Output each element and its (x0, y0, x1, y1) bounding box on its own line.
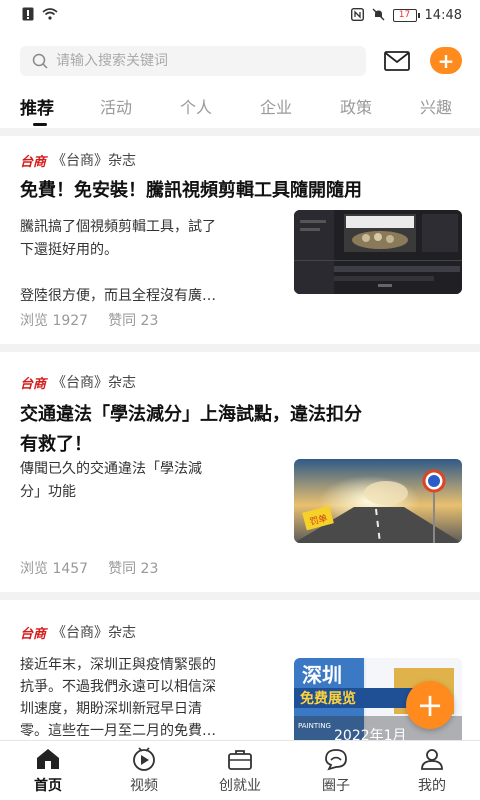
source-name: 《台商》杂志 (52, 153, 137, 169)
nav-item-jobs[interactable]: 创就业 (200, 747, 280, 795)
tab-recommend[interactable]: 推荐 (20, 94, 54, 119)
nfc-icon (350, 7, 364, 23)
header: + 推荐 活动 个人 企业 政策 兴趣 (0, 30, 480, 128)
summary-line: 登陸很方便，而且全程沒有廣… (20, 288, 216, 304)
source-logo: 台商 (20, 626, 47, 642)
source-name: 《台商》杂志 (52, 375, 137, 391)
nav-item-home[interactable]: 首页 (8, 747, 88, 795)
summary-line: 分」功能 (20, 484, 76, 500)
article-card[interactable]: 台商 《台商》杂志 接近年末，深圳正與疫情緊張的 抗爭。不過我們永遠可以相信深 … (0, 600, 480, 740)
plus-icon: + (437, 48, 455, 73)
thumb-date: 2022年1月 (334, 728, 407, 740)
nav-label: 首页 (34, 778, 62, 794)
article-stats: 浏览 1457 赞同 23 (20, 558, 158, 578)
battery-indicator: 17 (392, 8, 420, 22)
article-title[interactable]: 免費！免安裝！騰訊視頻剪輯工具隨開隨用 (20, 176, 465, 206)
article-thumbnail[interactable]: 罚单 (294, 459, 462, 543)
view-count: 浏览 1457 (20, 561, 89, 577)
nav-label: 圈子 (322, 778, 350, 794)
search-bar[interactable] (20, 46, 366, 76)
briefcase-icon (228, 750, 252, 770)
title-line: 交通違法「學法減分」上海試點，違法扣分 (20, 404, 362, 425)
video-icon (133, 747, 155, 771)
nav-item-video[interactable]: 视频 (104, 747, 184, 795)
summary-line: 零。這些在一月至二月的免費… (20, 723, 216, 739)
thumb-banner: 免费展览 (300, 690, 356, 707)
article-card[interactable]: 台商 《台商》杂志 交通違法「學法減分」上海試點，違法扣分 有救了！ 傳聞已久的… (0, 352, 480, 592)
source-name: 《台商》杂志 (52, 625, 137, 641)
home-icon (37, 749, 59, 769)
like-count: 赞同 23 (108, 561, 159, 577)
clock: 14:48 (424, 7, 462, 23)
search-input[interactable] (56, 53, 346, 69)
article-summary: 騰訊搞了個視頻剪輯工具，試了 下還挺好用的。 登陸很方便，而且全程沒有廣… (20, 216, 280, 308)
plus-icon: + (416, 686, 444, 724)
view-count: 浏览 1927 (20, 313, 89, 329)
tab-personal[interactable]: 个人 (180, 94, 212, 118)
source-logo: 台商 (20, 376, 47, 392)
article-source: 台商 《台商》杂志 (20, 622, 136, 642)
summary-line: 接近年末，深圳正與疫情緊張的 (20, 657, 216, 673)
add-button[interactable]: + (430, 47, 462, 74)
mail-icon[interactable] (384, 50, 410, 72)
summary-line: 傳聞已久的交通違法「學法減 (20, 461, 202, 477)
article-summary: 傳聞已久的交通違法「學法減 分」功能 (20, 458, 280, 504)
source-logo: 台商 (20, 154, 47, 170)
summary-line (20, 262, 280, 285)
thumb-tag: PAINTING (298, 722, 331, 730)
tab-enterprise[interactable]: 企业 (260, 94, 292, 118)
category-tabs: 推荐 活动 个人 企业 政策 兴趣 (0, 88, 480, 128)
article-thumbnail[interactable] (294, 210, 462, 294)
summary-line: 騰訊搞了個視頻剪輯工具，試了 (20, 219, 216, 235)
nav-label: 我的 (418, 778, 446, 794)
article-card[interactable]: 台商 《台商》杂志 免費！免安裝！騰訊視頻剪輯工具隨開隨用 騰訊搞了個視頻剪輯工… (0, 136, 480, 344)
nav-label: 视频 (130, 778, 158, 794)
user-icon (421, 749, 443, 770)
article-feed[interactable]: 台商 《台商》杂志 免費！免安裝！騰訊視頻剪輯工具隨開隨用 騰訊搞了個視頻剪輯工… (0, 128, 480, 740)
title-line: 有救了！ (20, 434, 92, 455)
summary-line: 抗爭。不過我們永遠可以相信深 (20, 679, 216, 695)
article-title[interactable]: 交通違法「學法減分」上海試點，違法扣分 有救了！ (20, 400, 465, 460)
active-tab-indicator (33, 123, 47, 126)
article-source: 台商 《台商》杂志 (20, 372, 136, 392)
chat-bubble-icon (325, 749, 347, 771)
article-stats: 浏览 1927 赞同 23 (20, 310, 158, 330)
bottom-nav: 首页 视频 创就业 圈子 我的 (0, 740, 480, 800)
summary-line: 圳速度，期盼深圳新冠早日清 (20, 701, 202, 717)
mute-bell-icon (372, 8, 385, 23)
article-summary: 接近年末，深圳正與疫情緊張的 抗爭。不過我們永遠可以相信深 圳速度，期盼深圳新冠… (20, 654, 280, 740)
wifi-icon (42, 8, 58, 22)
tab-activity[interactable]: 活动 (100, 94, 132, 118)
tab-policy[interactable]: 政策 (340, 94, 372, 118)
like-count: 赞同 23 (108, 313, 159, 329)
thumb-title: 深圳 (302, 663, 342, 687)
search-icon (32, 53, 48, 69)
tab-interest[interactable]: 兴趣 (420, 94, 452, 118)
nav-item-profile[interactable]: 我的 (392, 747, 472, 795)
sim-alert-icon (22, 7, 34, 23)
nav-label: 创就业 (219, 778, 261, 794)
nav-item-circle[interactable]: 圈子 (296, 747, 376, 795)
status-bar: 17 14:48 (0, 0, 480, 30)
floating-add-button[interactable]: + (406, 681, 454, 729)
article-source: 台商 《台商》杂志 (20, 150, 136, 170)
summary-line: 下還挺好用的。 (20, 242, 118, 258)
